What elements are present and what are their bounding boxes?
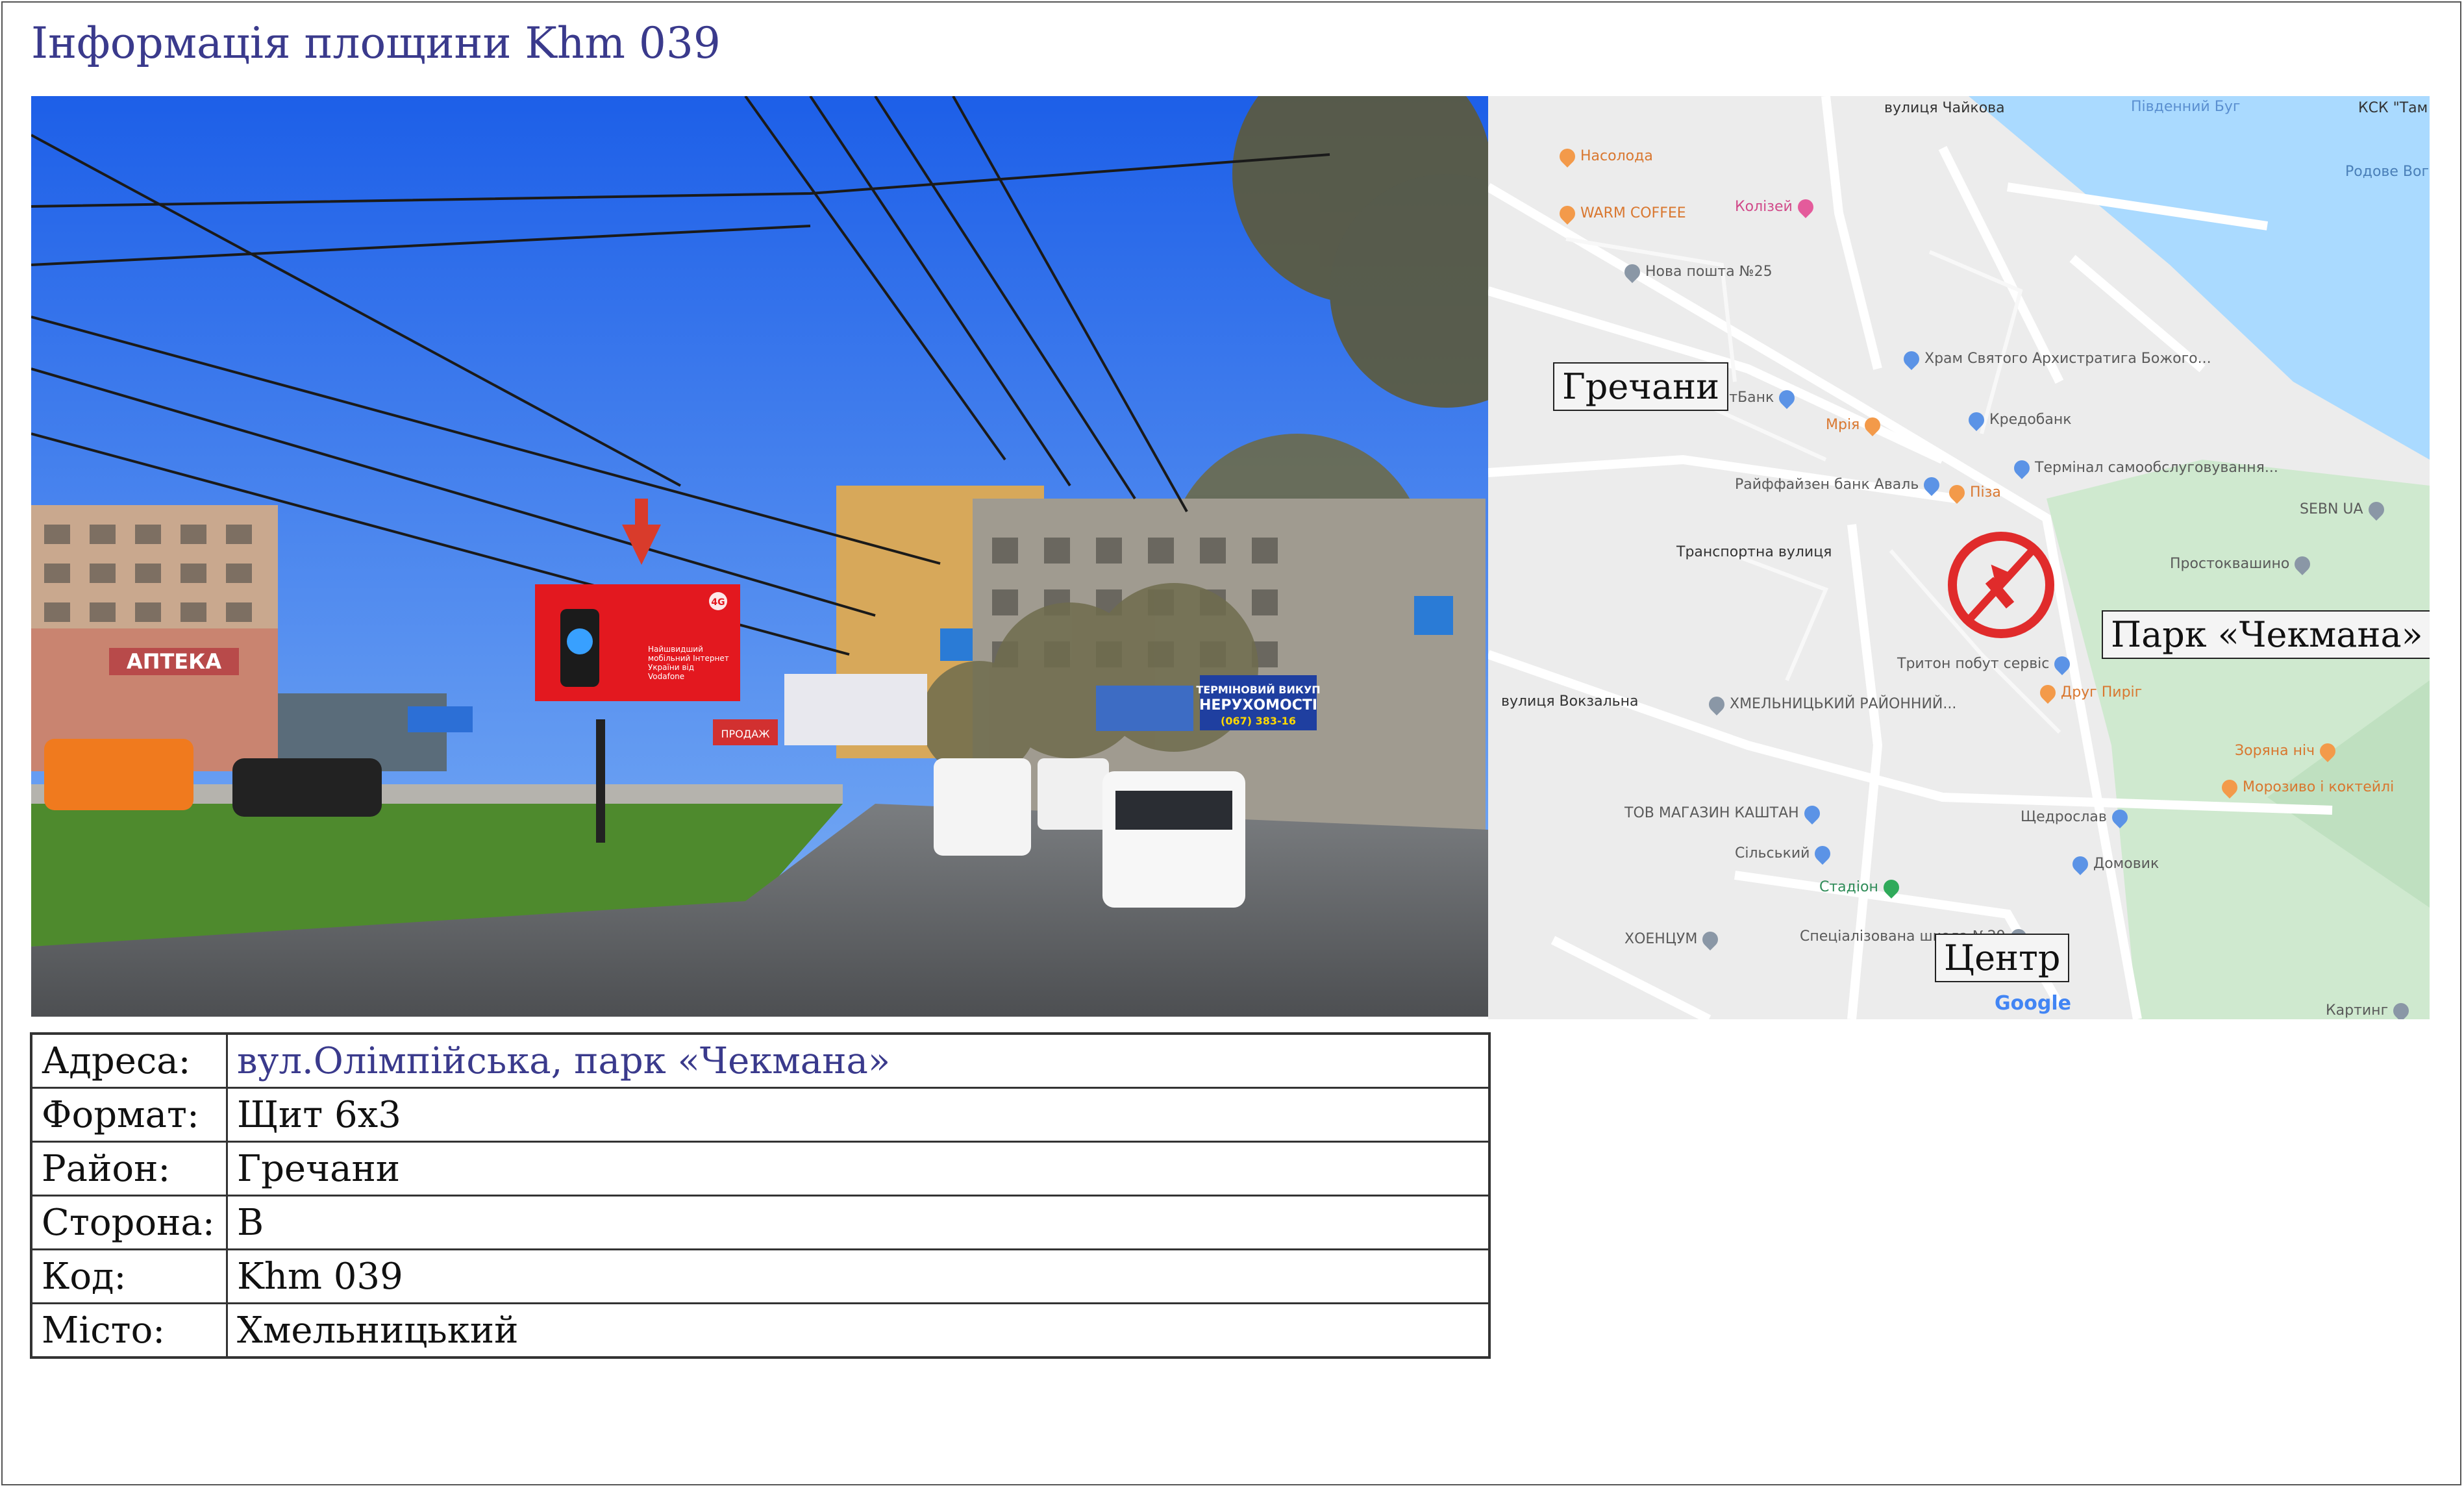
code-value: Khm 039 <box>226 1248 1491 1304</box>
side-label: Сторона: <box>30 1195 228 1250</box>
table-row: Формат: Щит 6х3 <box>30 1087 1491 1143</box>
map-poi[interactable]: Простоквашино <box>2170 552 2314 575</box>
info-table: Адреса: вул.Олімпійська, парк «Чекмана» … <box>30 1032 1491 1359</box>
map-poi[interactable]: ТОВ МАГАЗИН КАШТАН <box>1624 802 1823 825</box>
google-logo: Google <box>1995 992 2071 1015</box>
map-poi[interactable]: Храм Святого Архистратига Божого... <box>1900 347 2211 370</box>
table-row: Сторона: В <box>30 1195 1491 1250</box>
sign-realestate-line1: ТЕРМІНОВИЙ ВИКУП <box>1196 684 1320 696</box>
address-value: вул.Олімпійська, парк «Чекмана» <box>226 1032 1491 1089</box>
map-poi[interactable]: Зоряна ніч <box>2235 739 2339 762</box>
city-value: Хмельницький <box>226 1302 1491 1359</box>
sign-left-ad <box>784 674 927 745</box>
format-label: Формат: <box>30 1087 228 1143</box>
map-poi[interactable]: Домовик <box>2069 852 2159 875</box>
white-van-far <box>1038 758 1109 830</box>
table-row: Місто: Хмельницький <box>30 1302 1491 1359</box>
map-poi[interactable]: Картинг <box>2326 999 2413 1019</box>
address-label: Адреса: <box>30 1032 228 1089</box>
map-box-park: Парк «Чекмана» <box>2102 610 2430 659</box>
page-title: Інформація площини Khm 039 <box>31 18 721 68</box>
map-box-center: Центр <box>1935 934 2070 982</box>
map-poi[interactable]: ХМЕЛЬНИЦЬКИЙ РАЙОННИЙ... <box>1706 693 1956 715</box>
map-poi[interactable]: Мрія <box>1826 414 1884 436</box>
map-poi[interactable]: Колізей <box>1735 195 1817 218</box>
format-value: Щит 6х3 <box>226 1087 1491 1143</box>
map-poi[interactable]: Тритон побут сервіс <box>1897 652 2074 675</box>
billboard-badge: 4G <box>711 597 725 608</box>
location-photo: АПТЕКА 4G Найшвидший мобільний Інтернет … <box>31 96 1488 1017</box>
orange-van <box>44 739 193 810</box>
table-row: Район: Гречани <box>30 1141 1491 1197</box>
map-poi[interactable]: Нова пошта №25 <box>1621 260 1773 283</box>
map-poi[interactable]: ХОЕНЦУМ <box>1624 928 1722 950</box>
code-label: Код: <box>30 1248 228 1304</box>
map-box-grechany: Гречани <box>1553 362 1729 411</box>
map-street-vokzalna: вулиця Вокзальна <box>1501 693 1639 710</box>
map-poi[interactable]: Кредобанк <box>1965 408 2072 431</box>
map-poi[interactable]: Щедрослав <box>2021 806 2131 828</box>
kiosk-sign-text: ПРОДАЖ <box>721 728 770 740</box>
sign-small-right <box>1096 686 1193 731</box>
map-label-ksk: КСК "Там <box>2358 100 2428 116</box>
map-poi[interactable]: Термінал самообслуговування... <box>2011 456 2278 479</box>
map-poi[interactable]: Сільський <box>1735 842 1834 865</box>
pharmacy-sign: АПТЕКА <box>127 649 221 674</box>
map-poi[interactable]: Райффайзен банк Аваль <box>1735 473 1943 496</box>
crossing-sign-2 <box>1414 596 1453 635</box>
map-poi[interactable]: WARM COFFEE <box>1556 202 1686 225</box>
table-row: Код: Khm 039 <box>30 1248 1491 1304</box>
sign-realestate-line3: (067) 383-16 <box>1221 715 1296 727</box>
district-value: Гречани <box>226 1141 1491 1197</box>
map-river-label: Південний Буг <box>2131 99 2241 115</box>
map-poi[interactable]: Насолода <box>1556 145 1653 167</box>
map-poi[interactable]: SEBN UA <box>2300 498 2387 521</box>
map-poi[interactable]: Морозиво і коктейлі <box>2219 776 2394 799</box>
map-street-label: вулиця Чайкова <box>1884 100 2005 116</box>
billboard-text: Найшвидший мобільний Інтернет України ві… <box>648 645 729 681</box>
map-label-rodove: Родове Вогни <box>2345 164 2430 180</box>
district-label: Район: <box>30 1141 228 1197</box>
location-map[interactable]: вулиця Чайкова Південний Буг КСК "Там Ро… <box>1488 96 2430 1019</box>
side-value: В <box>226 1195 1491 1250</box>
crossing-sign-1 <box>940 628 973 661</box>
white-minibus <box>934 758 1031 856</box>
table-row: Адреса: вул.Олімпійська, парк «Чекмана» <box>30 1032 1491 1089</box>
map-poi[interactable]: Піза <box>1946 481 2001 504</box>
sign-realestate-line2: НЕРУХОМОСТІ <box>1199 697 1317 713</box>
map-street-transport: Транспортна вулиця <box>1676 544 1832 560</box>
black-suv <box>232 758 382 817</box>
street-photo: АПТЕКА 4G Найшвидший мобільний Інтернет … <box>31 96 1488 1017</box>
map-poi[interactable]: Стадіон <box>1819 876 1902 899</box>
map-poi[interactable]: Друг Пиріг <box>2037 681 2142 704</box>
city-label: Місто: <box>30 1302 228 1359</box>
